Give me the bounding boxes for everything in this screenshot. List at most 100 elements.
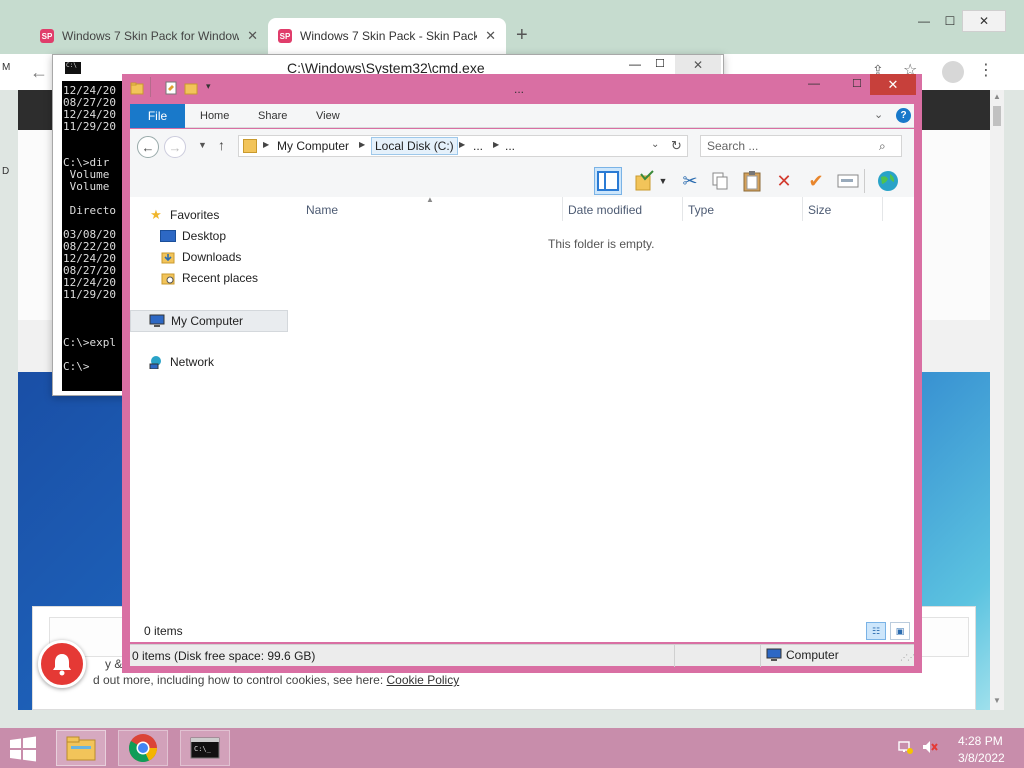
breadcrumb-chevron-icon[interactable]: ▶ <box>263 140 269 149</box>
divider <box>760 645 761 667</box>
cmd-icon: C:\_ <box>190 737 220 759</box>
column-divider[interactable] <box>882 197 883 221</box>
browser-minimize-button[interactable]: — <box>910 10 938 32</box>
downloads-icon <box>160 250 176 264</box>
explorer-minimize-button[interactable]: — <box>808 76 820 90</box>
cmd-close-button[interactable]: ✕ <box>675 55 721 75</box>
breadcrumb-chevron-icon[interactable]: ▶ <box>359 140 365 149</box>
scrollbar-thumb[interactable] <box>993 106 1001 126</box>
select-all-check-icon[interactable]: ✔ <box>802 167 830 195</box>
item-count: 0 items <box>144 624 183 638</box>
cmd-icon: C:\ <box>65 62 81 74</box>
cmd-minimize-button[interactable]: — <box>629 57 641 71</box>
tab-home[interactable]: Home <box>200 110 229 122</box>
properties-icon[interactable] <box>164 81 178 95</box>
volume-muted-icon[interactable] <box>922 740 938 757</box>
cookie-policy-link[interactable]: Cookie Policy <box>387 673 460 687</box>
scroll-up-icon[interactable]: ▲ <box>993 92 1001 101</box>
computer-icon <box>149 314 165 328</box>
large-icons-view-button[interactable]: ▣ <box>890 622 910 640</box>
new-tab-button[interactable]: + <box>516 24 528 47</box>
breadcrumb-item[interactable]: ... <box>505 139 515 153</box>
forward-button[interactable]: → <box>164 136 186 158</box>
address-dropdown-icon[interactable]: ⌄ <box>651 139 659 150</box>
properties-folder-button[interactable] <box>630 167 658 195</box>
tab-view[interactable]: View <box>316 110 340 122</box>
tab-file[interactable]: File <box>130 104 185 128</box>
taskbar-chrome[interactable] <box>118 730 168 766</box>
profile-avatar[interactable] <box>942 61 964 83</box>
recent-locations-icon[interactable]: ▼ <box>198 140 207 150</box>
taskbar-file-explorer[interactable] <box>56 730 106 766</box>
cmd-maximize-button[interactable]: ☐ <box>655 57 665 70</box>
scroll-down-icon[interactable]: ▼ <box>993 696 1001 705</box>
back-arrow-icon[interactable]: ← <box>30 62 48 83</box>
column-header-size[interactable]: Size <box>808 203 831 217</box>
breadcrumb-local-disk[interactable]: Local Disk (C:) <box>371 137 458 155</box>
close-tab-icon[interactable]: ✕ <box>485 28 496 44</box>
browser-tab[interactable]: SP Windows 7 Skin Pack for Windows ✕ <box>30 18 268 54</box>
folder-icon <box>243 139 257 153</box>
back-button[interactable]: ← <box>137 136 159 158</box>
globe-icon[interactable] <box>874 167 902 195</box>
network-tray-icon[interactable] <box>898 740 914 757</box>
close-tab-icon[interactable]: ✕ <box>247 28 258 44</box>
preview-pane-button[interactable] <box>594 167 622 195</box>
start-button[interactable] <box>8 736 38 762</box>
location-label: Computer <box>786 648 839 662</box>
nav-network[interactable]: Network <box>148 352 214 372</box>
cut-icon[interactable]: ✂ <box>676 167 704 195</box>
column-divider[interactable] <box>562 197 563 221</box>
help-icon[interactable]: ? <box>896 108 911 123</box>
explorer-maximize-button[interactable]: ☐ <box>852 77 862 90</box>
address-bar[interactable]: ▶ My Computer ▶ Local Disk (C:) ▶ ... ▶ … <box>238 135 688 157</box>
taskbar-cmd[interactable]: C:\_ <box>180 730 230 766</box>
details-view-button[interactable]: ☷ <box>866 622 886 640</box>
nav-downloads[interactable]: Downloads <box>160 247 241 267</box>
search-box[interactable]: ⌕ <box>700 135 902 157</box>
clock-time[interactable]: 4:28 PM <box>958 734 1003 748</box>
nav-favorites[interactable]: ★ Favorites <box>148 205 219 225</box>
search-input[interactable] <box>707 139 867 153</box>
search-icon[interactable]: ⌕ <box>879 139 886 154</box>
tab-share[interactable]: Share <box>258 110 287 122</box>
resize-grip-icon[interactable]: ⋰⋰ <box>900 653 915 662</box>
new-folder-icon[interactable] <box>184 81 198 95</box>
column-header-name[interactable]: Name <box>306 203 338 217</box>
clock-date[interactable]: 3/8/2022 <box>958 751 1005 765</box>
breadcrumb-item[interactable]: ... <box>473 139 483 153</box>
explorer-close-button[interactable]: ✕ <box>870 74 916 95</box>
refresh-icon[interactable]: ↻ <box>671 138 682 154</box>
copy-icon[interactable] <box>706 167 734 195</box>
column-header-type[interactable]: Type <box>688 203 714 217</box>
column-divider[interactable] <box>682 197 683 221</box>
browser-tab-active[interactable]: SP Windows 7 Skin Pack - Skin Pack ✕ <box>268 18 506 54</box>
empty-folder-message: This folder is empty. <box>548 237 655 251</box>
breadcrumb-chevron-icon[interactable]: ▶ <box>459 140 465 149</box>
file-list[interactable]: ▲ Name Date modified Type Size This fold… <box>296 195 914 640</box>
rename-icon[interactable] <box>834 167 862 195</box>
nav-recent-places[interactable]: Recent places <box>160 268 258 288</box>
breadcrumb-my-computer[interactable]: My Computer <box>277 139 349 153</box>
toolbar-dropdown-icon[interactable]: ▼ <box>656 167 670 195</box>
up-folder-icon[interactable]: ↑ <box>218 137 225 153</box>
breadcrumb-chevron-icon[interactable]: ▶ <box>493 140 499 149</box>
browser-close-button[interactable]: ✕ <box>962 10 1006 32</box>
toolbar-divider <box>864 169 865 193</box>
qat-dropdown-icon[interactable]: ▾ <box>206 81 220 95</box>
delete-icon[interactable]: ✕ <box>770 167 798 195</box>
explorer-titlebar[interactable]: ▾ ... — ☐ ✕ <box>122 74 922 104</box>
network-icon <box>148 355 164 369</box>
notification-bell-button[interactable] <box>38 640 86 688</box>
column-divider[interactable] <box>802 197 803 221</box>
console-line: C:\>expl <box>63 336 116 349</box>
nav-desktop[interactable]: Desktop <box>160 226 226 246</box>
page-scrollbar[interactable]: ▲ ▼ <box>990 90 1004 710</box>
paste-icon[interactable] <box>738 167 766 195</box>
column-header-date-modified[interactable]: Date modified <box>568 203 642 217</box>
console-line: 11/29/20 <box>63 288 116 301</box>
browser-maximize-button[interactable]: ☐ <box>936 10 964 32</box>
nav-my-computer[interactable]: My Computer <box>130 310 288 332</box>
browser-menu-icon[interactable]: ⋮ <box>978 60 994 80</box>
ribbon-collapse-icon[interactable]: ⌄ <box>874 108 883 121</box>
